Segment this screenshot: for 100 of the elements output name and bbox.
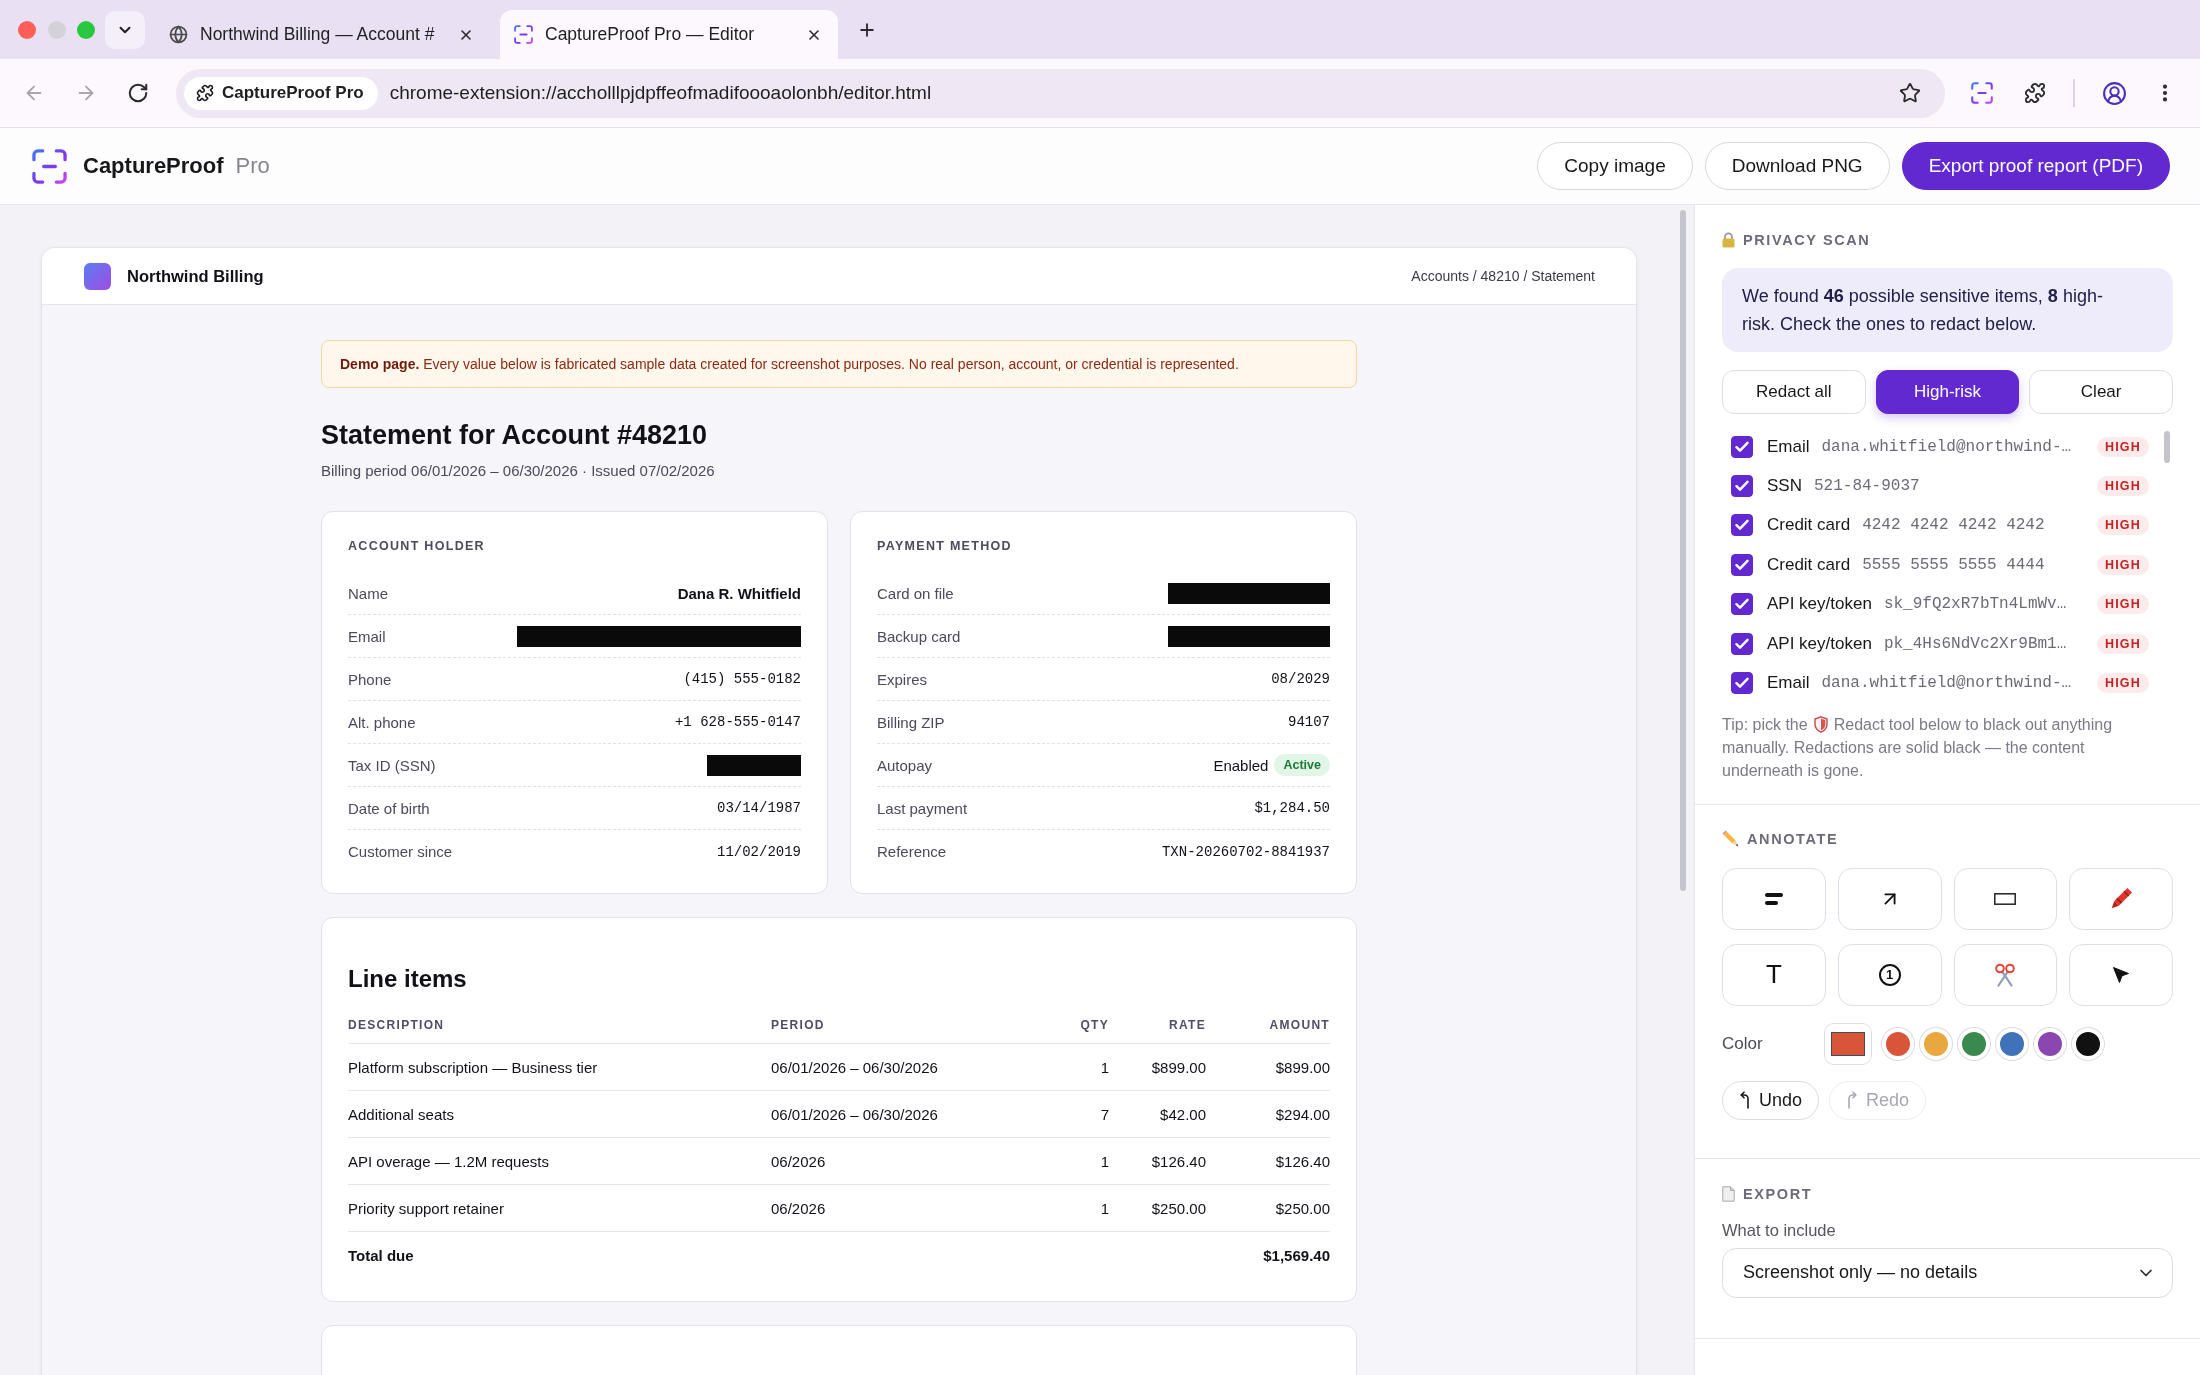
field-label: Last payment <box>877 799 968 817</box>
export-pdf-button[interactable]: Export proof report (PDF) <box>1901 142 2170 190</box>
draw-tool-button[interactable] <box>2069 867 2173 930</box>
reload-icon[interactable] <box>127 82 149 104</box>
scrollbar-thumb[interactable] <box>1680 210 1686 891</box>
filter-button[interactable]: Clear <box>2029 370 2173 414</box>
site-name: Northwind Billing <box>127 266 264 286</box>
table-cell-text: API overage — 1.2M requests <box>348 1152 550 1170</box>
browser-tab[interactable]: Northwind Billing — Account # <box>155 10 490 59</box>
field-label: Customer since <box>348 843 453 860</box>
item-value: 4242 4242 4242 4242 <box>1862 516 2045 535</box>
bars-icon <box>1764 892 1783 905</box>
color-swatch[interactable] <box>1882 1027 1914 1060</box>
status-badge: Active <box>1274 754 1330 776</box>
table-cell-text: $250.00 <box>1274 1199 1330 1217</box>
demo-notice: Demo page. Every value below is fabricated sample data created for screenshot purposes. No real person, account, or credential is represented. <box>321 340 1357 388</box>
checkbox[interactable] <box>1731 593 1753 616</box>
cursor-icon <box>2112 965 2131 984</box>
undo-button[interactable]: Undo <box>1722 1080 1820 1120</box>
table-cell-text: $294.00 <box>1274 1105 1330 1123</box>
checkbox[interactable] <box>1731 553 1753 576</box>
scrollbar-thumb[interactable] <box>2164 431 2170 463</box>
field-label: Card on file <box>877 584 954 602</box>
column-header: DESCRIPTION <box>348 1018 446 1032</box>
table-cell-text: 06/2026 <box>771 1152 827 1170</box>
field-value: Enabled <box>1213 756 1269 774</box>
url-text[interactable]: chrome-extension://accholllpjdpffeofmadifoooaolonbh/editor.html <box>389 82 932 104</box>
column-header: QTY <box>1079 1018 1109 1032</box>
text-tool-button[interactable]: T <box>1722 943 1826 1006</box>
table-cell-text: 1 <box>1099 1058 1109 1076</box>
section-heading: PRIVACY SCAN <box>1743 232 1871 248</box>
color-swatch[interactable] <box>2034 1027 2066 1060</box>
include-select[interactable]: Screenshot only — no details <box>1722 1247 2173 1298</box>
checkmark-icon <box>1735 598 1749 611</box>
lock-icon <box>1722 232 1735 248</box>
statement-title: Statement for Account #48210 <box>321 419 709 451</box>
color-swatch[interactable] <box>2072 1027 2104 1060</box>
item-type: SSN <box>1767 476 1802 497</box>
copy-image-button[interactable]: Copy image <box>1537 142 1693 190</box>
frame-corners-icon[interactable] <box>1971 82 1993 104</box>
browser-tab[interactable]: CaptureProof Pro — Editor <box>500 10 838 59</box>
column-header: AMOUNT <box>1268 1018 1330 1032</box>
table-cell-text: $126.40 <box>1274 1152 1330 1170</box>
site-info-chip[interactable]: CaptureProof Pro <box>184 76 378 110</box>
field-value: +1 628-555-0147 <box>674 714 801 730</box>
color-swatch[interactable] <box>1958 1027 1990 1060</box>
section-heading: EXPORT <box>1743 1185 1813 1202</box>
table-cell-text: Additional seats <box>348 1105 455 1123</box>
item-value: sk_9fQ2xR7bTn4LmWv… <box>1883 595 2067 614</box>
card-heading: ACCOUNT HOLDER <box>348 538 486 555</box>
color-swatch[interactable] <box>1996 1027 2028 1060</box>
card-heading: PAYMENT METHOD <box>877 538 1013 555</box>
frame-corners-icon <box>514 25 533 44</box>
frame-logo-icon <box>32 148 67 184</box>
site-logo-icon <box>84 262 111 290</box>
table-cell-text: 06/01/2026 – 06/30/2026 <box>771 1105 939 1123</box>
scan-summary: We found 46 possible sensitive items, 8 high-risk. Check the ones to redact below. <box>1722 268 2173 352</box>
field-label: Billing ZIP <box>877 713 945 731</box>
field-label: Expires <box>877 670 928 688</box>
checkbox[interactable] <box>1731 672 1753 695</box>
checkmark-icon <box>1735 677 1749 690</box>
checkbox[interactable] <box>1731 514 1753 537</box>
table-cell-text: $899.00 <box>1274 1058 1330 1076</box>
section-heading: ANNOTATE <box>1747 830 1839 847</box>
checkmark-icon <box>1735 637 1749 650</box>
tip-text: Tip: pick the <box>1722 714 1808 735</box>
address-bar[interactable]: CaptureProof Pro chrome-extension://accholllpjdpffeofmadifoooaolonbh/editor.html <box>176 68 1945 118</box>
filter-button[interactable]: Redact all <box>1722 370 1866 414</box>
item-value: 521-84-9037 <box>1813 477 1920 496</box>
crayon-icon <box>2109 887 2133 911</box>
line-items-title: Line items <box>348 964 468 993</box>
field-label: Email <box>348 627 386 645</box>
download-png-button[interactable]: Download PNG <box>1704 142 1890 190</box>
puzzle-icon[interactable] <box>2024 82 2046 104</box>
field-label: Tax ID (SSN) <box>348 756 436 774</box>
tip-text: manually. Redactions are solid black — the content underneath is gone. <box>1722 737 2086 781</box>
risk-badge: HIGH <box>2096 436 2149 457</box>
checkbox[interactable] <box>1731 632 1753 655</box>
table-cell-text: Platform subscription — Business tier <box>348 1058 599 1076</box>
star-icon[interactable] <box>1899 82 1921 104</box>
checkbox[interactable] <box>1731 435 1753 458</box>
profile-icon[interactable] <box>2102 80 2127 106</box>
color-picker-button[interactable] <box>1824 1022 1872 1065</box>
field-label: Phone <box>348 670 392 688</box>
shield-icon <box>1813 715 1828 733</box>
total-amount: $1,569.40 <box>1262 1247 1330 1264</box>
filter-button[interactable]: High-risk <box>1875 370 2020 414</box>
field-value: 03/14/1987 <box>717 800 801 816</box>
checkmark-icon <box>1735 480 1749 493</box>
table-cell-text: 06/01/2026 – 06/30/2026 <box>771 1058 939 1076</box>
risk-badge: HIGH <box>2096 673 2149 694</box>
breadcrumb: Accounts / 48210 / Statement <box>1411 268 1595 284</box>
column-header: PERIOD <box>771 1018 826 1032</box>
field-value: TXN-20260702-8841937 <box>1161 843 1330 860</box>
table-cell-text: Priority support retainer <box>348 1199 505 1217</box>
step-tool-button[interactable]: 1 <box>1837 943 1942 1006</box>
item-value: dana.whitfield@northwind-… <box>1821 674 2072 693</box>
color-swatch[interactable] <box>1920 1027 1952 1060</box>
redo-icon <box>1846 1091 1859 1110</box>
checkbox[interactable] <box>1731 475 1753 498</box>
